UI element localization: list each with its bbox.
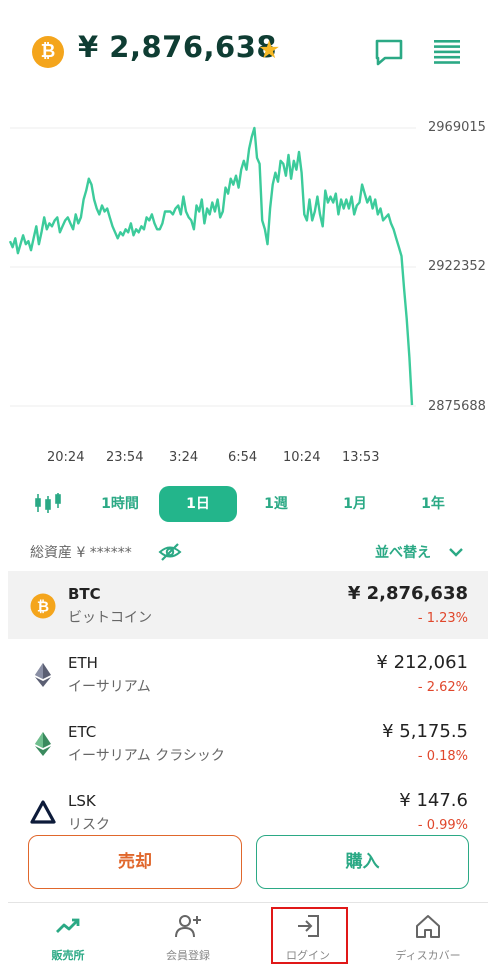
- coin-name: イーサリアム: [68, 679, 151, 695]
- sell-button[interactable]: 売却: [28, 835, 242, 889]
- coin-row-lsk[interactable]: LSK リスク ¥ 147.6 - 0.99%: [8, 778, 488, 835]
- coin-price: ¥ 212,061: [376, 652, 468, 673]
- price-header: ₿ ¥ 2,876,638 ★: [0, 0, 495, 100]
- chevron-down-icon[interactable]: [448, 544, 464, 560]
- coin-row-eth[interactable]: ETH イーサリアム ¥ 212,061 - 2.62%: [8, 640, 488, 708]
- nav-item-register[interactable]: 会員登録: [128, 903, 248, 977]
- period-1w[interactable]: 1週: [254, 486, 298, 522]
- bitcoin-icon: ₿: [30, 593, 56, 619]
- period-selector: 1時間 1日 1週 1月 1年: [0, 486, 495, 522]
- coin-price: ¥ 2,876,638: [347, 583, 468, 604]
- nav-item-discover[interactable]: ディスカバー: [368, 903, 488, 977]
- total-assets-label: 総資産 ¥ ******: [30, 545, 132, 561]
- period-1d[interactable]: 1日: [159, 486, 237, 522]
- nav-label: 会員登録: [166, 949, 210, 962]
- svg-text:₿: ₿: [37, 598, 49, 616]
- coin-symbol: BTC: [68, 585, 101, 603]
- nav-item-exchange[interactable]: 販売所: [8, 903, 128, 977]
- ethereum-icon: [35, 663, 51, 687]
- sort-button[interactable]: 並べ替え: [375, 542, 431, 562]
- coin-row-btc[interactable]: ₿ BTC ビットコイン ¥ 2,876,638 - 1.23%: [8, 571, 488, 639]
- x-axis: 20:24 23:54 3:24 6:54 10:24 13:53: [0, 450, 495, 470]
- x-tick-label: 23:54: [106, 450, 144, 465]
- coin-symbol: LSK: [68, 792, 96, 810]
- candlestick-icon[interactable]: [34, 492, 62, 514]
- assets-bar: 総資産 ¥ ****** 並べ替え: [0, 538, 495, 566]
- y-tick-label: 2875688: [428, 399, 486, 414]
- chat-icon[interactable]: [374, 38, 404, 66]
- y-tick-label: 2922352: [428, 259, 486, 274]
- period-1m[interactable]: 1月: [333, 486, 377, 522]
- eye-off-icon[interactable]: [158, 542, 182, 562]
- coin-name: リスク: [68, 817, 110, 833]
- coin-symbol: ETC: [68, 723, 97, 741]
- menu-icon[interactable]: [434, 40, 460, 64]
- nav-label: 販売所: [51, 949, 85, 962]
- coin-change: - 0.99%: [417, 818, 468, 833]
- period-1y[interactable]: 1年: [411, 486, 455, 522]
- coin-name: イーサリアム クラシック: [68, 748, 225, 764]
- coin-symbol: ETH: [68, 654, 98, 672]
- coin-price: ¥ 147.6: [399, 790, 468, 811]
- coin-list: ₿ BTC ビットコイン ¥ 2,876,638 - 1.23% ETH イーサ…: [8, 571, 488, 835]
- star-icon[interactable]: ★: [258, 32, 280, 68]
- coin-change: - 2.62%: [417, 680, 468, 695]
- trend-up-icon: [56, 918, 80, 933]
- x-tick-label: 20:24: [47, 450, 85, 465]
- price-chart[interactable]: [0, 100, 495, 440]
- x-tick-label: 3:24: [169, 450, 199, 465]
- add-user-icon: [175, 915, 201, 938]
- x-tick-label: 10:24: [283, 450, 321, 465]
- bottom-nav: 販売所 会員登録 ログイン ディスカバー: [8, 902, 488, 976]
- ethereum-classic-icon: [35, 732, 51, 756]
- buy-button[interactable]: 購入: [256, 835, 469, 889]
- chart-grid: [10, 127, 416, 407]
- x-tick-label: 6:54: [228, 450, 258, 465]
- coin-price: ¥ 5,175.5: [382, 721, 468, 742]
- current-price: ¥ 2,876,638: [78, 30, 278, 64]
- bitcoin-icon: ₿: [32, 36, 64, 68]
- lisk-icon: [30, 800, 56, 824]
- coin-change: - 1.23%: [417, 611, 468, 626]
- home-icon: [416, 915, 440, 938]
- y-tick-label: 2969015: [428, 120, 486, 135]
- coin-name: ビットコイン: [68, 610, 152, 626]
- nav-label: ディスカバー: [395, 949, 461, 962]
- period-1h[interactable]: 1時間: [92, 486, 148, 522]
- x-tick-label: 13:53: [342, 450, 380, 465]
- coin-change: - 0.18%: [417, 749, 468, 764]
- login-highlight-box: [271, 907, 348, 964]
- coin-row-etc[interactable]: ETC イーサリアム クラシック ¥ 5,175.5 - 0.18%: [8, 709, 488, 777]
